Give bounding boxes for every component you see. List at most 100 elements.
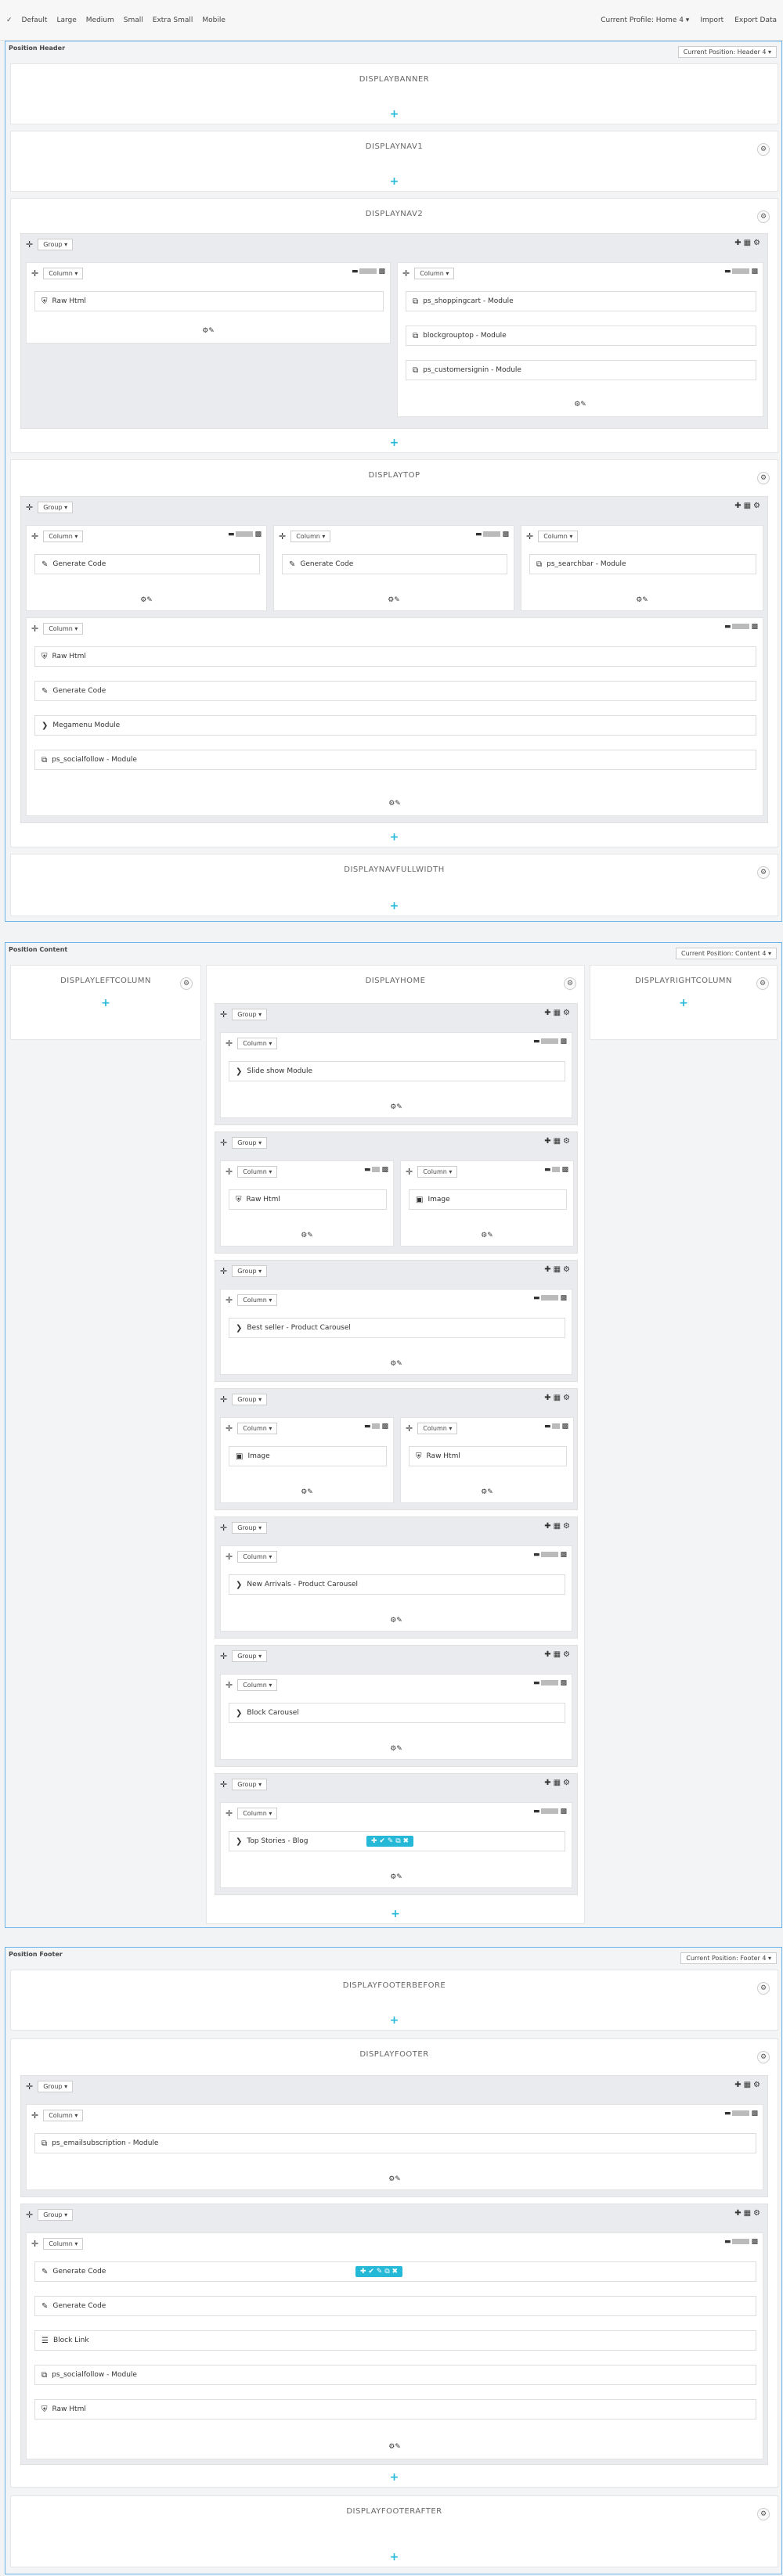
module-customersignin[interactable]: ⧉ ps_customersignin - Module [406,360,756,380]
module-generate-code[interactable]: ✎ Generate Code [34,681,756,701]
move-icon[interactable]: ✛ [279,531,286,541]
column-dropdown[interactable]: Column ▾ [237,1038,278,1049]
group-tools-icon[interactable]: ✚▦⚙ [734,2081,763,2089]
column-actions-icon[interactable]: ⚙✎ [390,1617,402,1624]
column-dropdown[interactable]: Column ▾ [237,1808,278,1819]
add-icon[interactable]: + [390,832,399,843]
move-icon[interactable]: ✛ [220,1138,227,1148]
column-actions-icon[interactable]: ⚙✎ [574,401,586,408]
column-width-icon[interactable]: ▬ ▩ [364,1166,388,1174]
move-icon[interactable]: ✛ [31,2110,38,2121]
add-icon[interactable]: + [390,176,399,187]
group-tools-icon[interactable]: ✚▦⚙ [734,502,763,510]
module-raw-html[interactable]: ⛨ Raw Html [409,1446,567,1466]
module-blockgrouptop[interactable]: ⧉ blockgrouptop - Module [406,326,756,346]
gear-icon[interactable]: ⚙ [757,210,770,223]
column-width-icon[interactable]: ▬ ▩ [533,1679,567,1687]
column-actions-icon[interactable]: ⚙✎ [301,1488,313,1496]
move-icon[interactable]: ✛ [220,1779,227,1790]
column-width-icon[interactable]: ▬ ▩ [724,623,758,631]
import-button[interactable]: Import [700,16,723,24]
group-tools-icon[interactable]: ✚▦⚙ [734,2209,763,2218]
move-icon[interactable]: ✛ [406,1423,413,1434]
group-tools-icon[interactable]: ✚▦⚙ [544,1779,572,1787]
module-quick-actions[interactable]: ✚ ✔ ✎ ⧉ ✖ [355,2266,403,2277]
column-width-icon[interactable]: ▬ ▩ [533,1551,567,1559]
move-icon[interactable]: ✛ [220,1651,227,1661]
move-icon[interactable]: ✛ [220,1009,227,1020]
move-icon[interactable]: ✛ [226,1167,233,1177]
group-tools-icon[interactable]: ✚▦⚙ [734,239,763,247]
gear-icon[interactable]: ⚙ [757,1982,770,1995]
footer-position-select[interactable]: Current Position: Footer 4 ▾ [680,1952,777,1964]
add-icon[interactable]: + [390,109,399,120]
add-icon[interactable]: + [390,2015,399,2026]
column-dropdown[interactable]: Column ▾ [237,1166,278,1178]
profile-select[interactable]: Current Profile: Home 4 ▾ [601,16,689,24]
column-width-icon[interactable]: ▬ ▩ [533,1038,567,1045]
move-icon[interactable]: ✛ [31,2239,38,2249]
column-width-icon[interactable]: ▬ ▩ [228,531,262,538]
add-icon[interactable]: + [679,998,688,1009]
move-icon[interactable]: ✛ [26,239,33,250]
move-icon[interactable]: ✛ [226,1808,233,1819]
gear-icon[interactable]: ⚙ [756,977,769,990]
module-socialfollow[interactable]: ⧉ ps_socialfollow - Module [34,750,756,770]
module-raw-html[interactable]: ⛨ Raw Html [34,2399,756,2419]
move-icon[interactable]: ✛ [26,2210,33,2220]
group-dropdown[interactable]: Group ▾ [232,1650,268,1662]
move-icon[interactable]: ✛ [31,531,38,541]
column-actions-icon[interactable]: ⚙✎ [388,596,400,604]
column-width-icon[interactable]: ▬ ▩ [364,1423,388,1430]
module-bestseller[interactable]: ❯ Best seller - Product Carousel [229,1318,565,1338]
column-actions-icon[interactable]: ⚙✎ [388,2443,401,2451]
column-dropdown[interactable]: Column ▾ [43,2238,84,2250]
module-generate-code[interactable]: ✎ Generate Code [34,2296,756,2316]
group-dropdown[interactable]: Group ▾ [38,2081,74,2092]
add-icon[interactable]: + [391,1909,400,1919]
column-actions-icon[interactable]: ⚙✎ [636,596,648,604]
column-actions-icon[interactable]: ⚙✎ [388,2175,401,2183]
group-dropdown[interactable]: Group ▾ [232,1265,268,1277]
group-dropdown[interactable]: Group ▾ [38,502,74,513]
module-slideshow[interactable]: ❯ Slide show Module [229,1061,565,1081]
module-blockcarousel[interactable]: ❯ Block Carousel [229,1703,565,1723]
move-icon[interactable]: ✛ [31,268,38,279]
device-small[interactable]: Small [124,16,143,24]
module-image[interactable]: ▣ Image [409,1189,567,1210]
group-tools-icon[interactable]: ✚▦⚙ [544,1265,572,1274]
gear-icon[interactable]: ⚙ [757,472,770,484]
add-icon[interactable]: + [390,901,399,912]
column-actions-icon[interactable]: ⚙✎ [301,1232,313,1239]
group-dropdown[interactable]: Group ▾ [38,2209,74,2221]
column-dropdown[interactable]: Column ▾ [237,1423,278,1434]
device-medium[interactable]: Medium [86,16,114,24]
column-actions-icon[interactable]: ⚙✎ [388,800,401,808]
column-dropdown[interactable]: Column ▾ [43,531,84,542]
column-width-icon[interactable]: ▬ ▩ [533,1294,567,1302]
column-width-icon[interactable]: ▬ ▩ [724,268,758,275]
module-block-link[interactable]: ☰ Block Link [34,2330,756,2351]
group-tools-icon[interactable]: ✚▦⚙ [544,1137,572,1146]
module-shoppingcart[interactable]: ⧉ ps_shoppingcart - Module [406,291,756,311]
column-dropdown[interactable]: Column ▾ [237,1294,278,1306]
gear-icon[interactable]: ⚙ [757,143,770,156]
move-icon[interactable]: ✛ [31,624,38,634]
column-width-icon[interactable]: ▬ ▩ [544,1423,568,1430]
group-dropdown[interactable]: Group ▾ [232,1137,268,1149]
export-button[interactable]: Export Data [734,16,777,24]
add-icon[interactable]: + [390,2472,399,2483]
column-dropdown[interactable]: Column ▾ [237,1679,278,1691]
column-width-icon[interactable]: ▬ ▩ [475,531,509,538]
move-icon[interactable]: ✛ [26,502,33,513]
group-dropdown[interactable]: Group ▾ [232,1394,268,1405]
module-raw-html[interactable]: ⛨ Raw Html [229,1189,387,1210]
module-raw-html[interactable]: ⛨ Raw Html [34,646,756,667]
move-icon[interactable]: ✛ [220,1266,227,1276]
group-tools-icon[interactable]: ✚▦⚙ [544,1009,572,1017]
module-image[interactable]: ▣ Image [229,1446,387,1466]
move-icon[interactable]: ✛ [226,1038,233,1049]
module-generate-code[interactable]: ✎ Generate Code [282,554,507,574]
move-icon[interactable]: ✛ [226,1295,233,1305]
column-actions-icon[interactable]: ⚙✎ [390,1360,402,1368]
